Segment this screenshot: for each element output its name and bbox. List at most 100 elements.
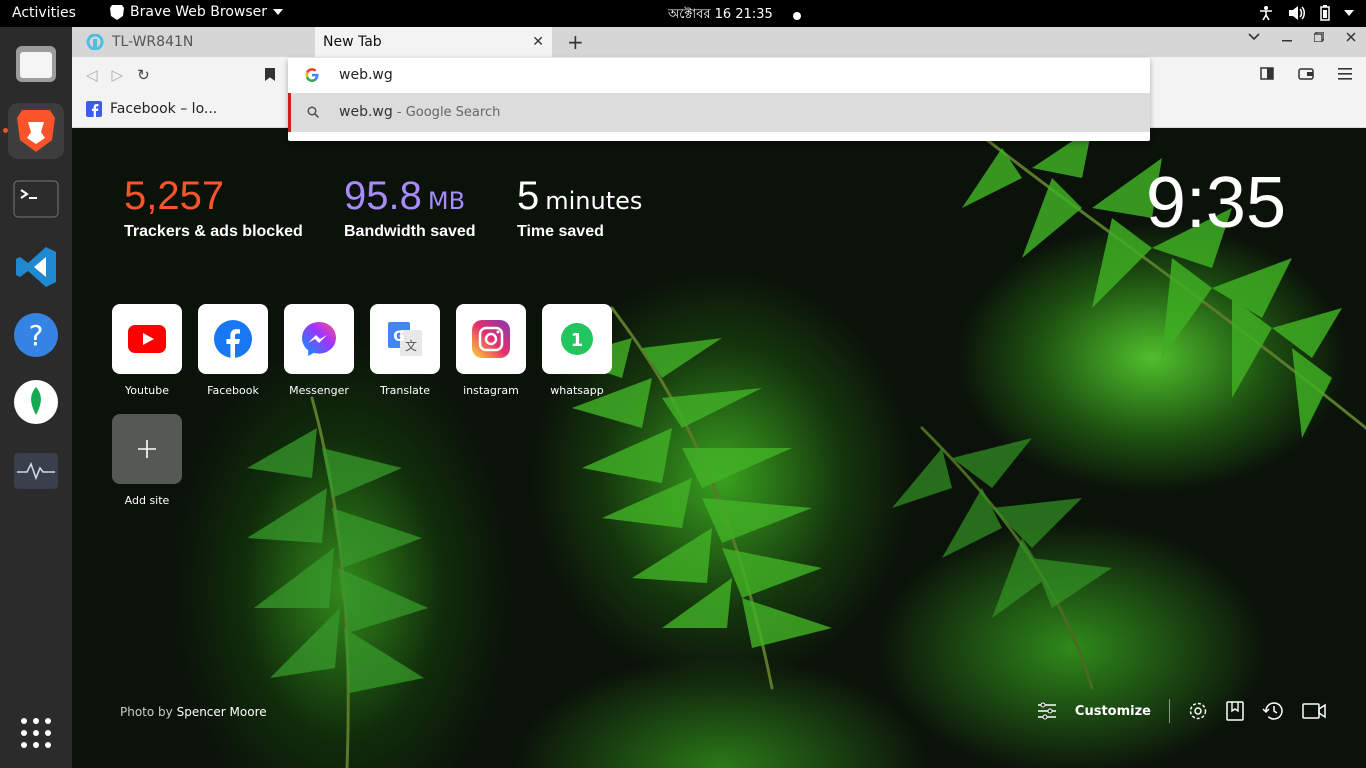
tab-new-tab[interactable]: New Tab ✕ [315, 27, 552, 57]
top-site-label: whatsapp [550, 384, 604, 397]
system-monitor-icon [14, 453, 58, 489]
photo-credit: Photo by Spencer Moore [120, 705, 267, 719]
facebook-icon [214, 320, 252, 358]
nav-buttons: ◁ ▷ ↻ [86, 66, 150, 84]
photo-credit-author[interactable]: Spencer Moore [177, 705, 267, 719]
activities-button[interactable]: Activities [12, 5, 76, 21]
date-time[interactable]: অক্টোবর 16 21:35 [668, 5, 801, 26]
tp-link-icon [86, 34, 104, 50]
app-menu[interactable]: Brave Web Browser [110, 4, 283, 20]
top-site-instagram[interactable]: instagram [448, 304, 534, 397]
suggestion-text: web.wg - Google Search [339, 104, 500, 120]
close-window-icon[interactable] [1346, 32, 1356, 42]
stat-trackers: 5,257 Trackers & ads blocked [124, 174, 303, 241]
top-site-label: Facebook [207, 384, 259, 397]
dock-brave[interactable] [8, 103, 64, 159]
ntp-clock: 9:35 [1145, 163, 1286, 243]
top-site-messenger[interactable]: Messenger [276, 304, 362, 397]
address-input[interactable]: web.wg [339, 67, 393, 83]
new-tab-button[interactable]: + [567, 30, 584, 54]
files-icon [16, 46, 56, 82]
window-controls [1248, 32, 1356, 42]
top-site-facebook[interactable]: Facebook [190, 304, 276, 397]
top-site-label: Translate [380, 384, 430, 397]
time-unit: minutes [545, 187, 643, 215]
messenger-icon [302, 322, 336, 356]
tab-tl-wr841n[interactable]: TL-WR841N [80, 27, 315, 57]
sidebar-icon[interactable] [1260, 67, 1274, 80]
svg-text:G: G [393, 329, 405, 345]
svg-text:文: 文 [405, 338, 417, 353]
bookmark-label: Facebook – lo... [110, 101, 218, 117]
customize-sliders-icon[interactable] [1037, 702, 1057, 720]
forward-icon[interactable]: ▷ [112, 66, 124, 84]
reload-icon[interactable]: ↻ [137, 66, 150, 84]
system-top-bar: Activities Brave Web Browser অক্টোবর 16 … [0, 0, 1366, 27]
close-tab-icon[interactable]: ✕ [532, 34, 544, 50]
whatsapp-icon: 1 [561, 323, 593, 355]
accessibility-icon [1260, 6, 1272, 21]
address-input-row[interactable]: web.wg [288, 58, 1150, 93]
history-icon[interactable] [1262, 701, 1284, 721]
facebook-favicon [86, 101, 102, 117]
settings-gear-icon[interactable] [1188, 701, 1208, 721]
customize-button[interactable]: Customize [1075, 704, 1151, 719]
tab-strip: TL-WR841N New Tab ✕ + [72, 27, 1366, 57]
toolbar-right [1260, 67, 1352, 80]
translate-icon: G文 [388, 322, 422, 356]
minimize-icon[interactable] [1282, 32, 1292, 42]
omnibox: web.wg web.wg - Google Search [288, 58, 1150, 141]
add-site-label: Add site [124, 494, 170, 507]
wallet-icon[interactable] [1298, 67, 1314, 80]
brave-talk-video-icon[interactable] [1302, 702, 1326, 720]
back-icon[interactable]: ◁ [86, 66, 98, 84]
menu-icon[interactable] [1338, 67, 1352, 80]
add-site-tile[interactable]: Add site [104, 414, 190, 507]
battery-icon [1320, 5, 1330, 21]
bookmark-facebook[interactable]: Facebook – lo... [86, 101, 217, 117]
divider [1169, 699, 1170, 723]
top-site-translate[interactable]: G文 Translate [362, 304, 448, 397]
dock-mongodb-compass[interactable] [8, 374, 64, 430]
suggestion-query: web.wg [339, 104, 393, 120]
time-label: Time saved [517, 223, 604, 240]
bandwidth-unit: MB [427, 187, 466, 215]
maximize-icon[interactable] [1314, 32, 1324, 42]
mongodb-leaf-icon [14, 380, 58, 424]
bookmarks-icon[interactable] [1226, 701, 1244, 721]
dock-system-monitor[interactable] [8, 443, 64, 499]
dock: ? [0, 27, 72, 768]
tab-title: TL-WR841N [112, 34, 194, 50]
top-site-whatsapp[interactable]: 1 whatsapp [534, 304, 620, 397]
vscode-icon [16, 247, 56, 287]
tab-search-icon[interactable] [1248, 33, 1260, 41]
stat-bandwidth: 95.8 MB Bandwidth saved [344, 174, 476, 241]
dock-vscode[interactable] [8, 239, 64, 295]
search-icon [307, 106, 319, 118]
app-name: Brave Web Browser [130, 4, 267, 20]
volume-icon [1289, 6, 1305, 20]
dock-help[interactable]: ? [8, 307, 64, 363]
bandwidth-label: Bandwidth saved [344, 223, 476, 240]
bookmark-icon[interactable] [265, 68, 275, 81]
brave-lion-icon [110, 5, 124, 20]
omnibox-suggestion[interactable]: web.wg - Google Search [288, 93, 1150, 132]
stat-time: 5 minutes Time saved [517, 174, 642, 241]
system-tray[interactable] [1258, 5, 1354, 21]
dock-terminal[interactable] [8, 171, 64, 227]
photo-credit-prefix: Photo by [120, 705, 177, 719]
notification-dot-icon [792, 11, 801, 20]
youtube-icon [128, 325, 166, 353]
date-time-text: অক্টোবর 16 21:35 [668, 7, 773, 22]
top-site-label: instagram [463, 384, 519, 397]
brave-browser-icon [17, 110, 55, 152]
svg-text:?: ? [29, 319, 44, 352]
dock-files[interactable] [8, 36, 64, 92]
top-site-youtube[interactable]: Youtube [104, 304, 190, 397]
trackers-label: Trackers & ads blocked [124, 223, 303, 240]
dock-show-apps[interactable] [8, 705, 64, 761]
top-site-label: Youtube [125, 384, 169, 397]
plus-icon [138, 440, 156, 458]
google-icon [305, 68, 319, 82]
tab-title: New Tab [323, 34, 382, 50]
